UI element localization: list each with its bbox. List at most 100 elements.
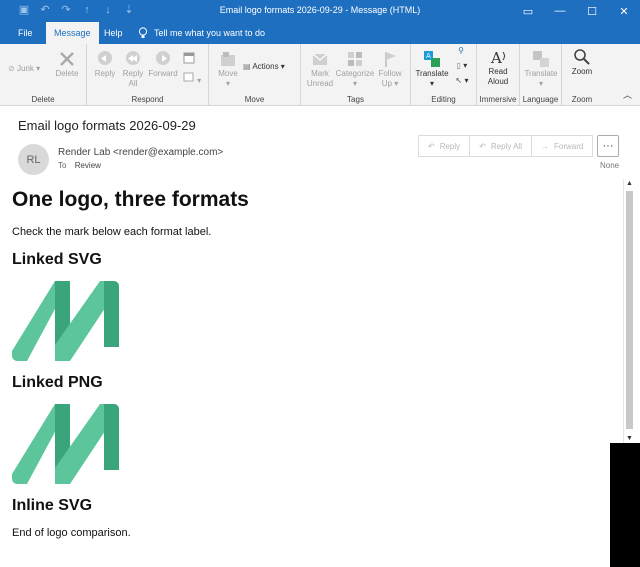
meeting-button[interactable] (181, 52, 197, 67)
tab-help[interactable]: Help (96, 22, 131, 44)
move-label: Move (218, 69, 238, 78)
follow-up-button[interactable]: Follow Up ▾ (377, 50, 403, 89)
categorize-label: Categorize (335, 69, 375, 78)
to-label: To (58, 161, 67, 170)
recipient-line: To Review (58, 161, 101, 170)
category-label: None (600, 161, 620, 170)
flag-icon (385, 52, 396, 67)
junk-button[interactable]: ⊘ Junk ▾ (8, 64, 50, 74)
reply-arrow-icon: ↶ (428, 141, 435, 151)
forward-action-button[interactable]: → Forward (532, 136, 592, 156)
reply-all-icon (126, 51, 140, 65)
actions-button[interactable]: ▤ Actions ▾ (243, 62, 299, 72)
group-language: Translate ▾ Language (520, 44, 562, 106)
group-respond: Reply Reply All Forward ▾ Respond (87, 44, 209, 106)
delete-button[interactable]: Delete (53, 50, 81, 79)
tab-message[interactable]: Message (46, 22, 99, 44)
logo-linked-svg (12, 281, 119, 361)
title-bar: ▣ ↶ ↷ ↑ ↓ ⇣ Email logo formats 2026-09-2… (0, 0, 640, 22)
read-aloud-label-1: Read (488, 67, 508, 76)
forward-action-label: Forward (553, 141, 584, 151)
translate-language-label: Translate (524, 69, 558, 78)
section-linked-svg: Linked SVG (12, 251, 102, 268)
lightbulb-icon (138, 27, 148, 38)
zoom-label: Zoom (571, 67, 593, 76)
delete-label: Delete (55, 69, 79, 78)
group-label-language: Language (522, 95, 559, 104)
tell-me-search[interactable]: Tell me what you want to do (138, 22, 265, 44)
calendar-icon (183, 52, 195, 64)
section-inline-svg: Inline SVG (12, 497, 93, 514)
reply-all-button[interactable]: Reply All (120, 50, 146, 89)
scroll-up-arrow-icon[interactable]: ▲ (624, 179, 635, 189)
mark-unread-button[interactable]: Mark Unread (306, 50, 334, 89)
find-button[interactable]: ⚲ (451, 46, 471, 56)
mark-unread-label-2: Unread (306, 79, 334, 88)
group-immersive: A Read Aloud Immersive (477, 44, 520, 106)
maximize-button[interactable]: ☐ (576, 0, 608, 22)
group-label-move: Move (244, 95, 265, 104)
message-actions: ↶ Reply ↶ Reply All → Forward (418, 135, 594, 157)
delete-icon (60, 52, 74, 66)
move-button[interactable]: Move ▾ (215, 50, 241, 89)
translate-button[interactable]: A Translate ▾ (414, 50, 450, 89)
read-aloud-icon: A (490, 49, 505, 66)
reply-all-label-2: All (128, 79, 138, 88)
read-aloud-label-2: Aloud (487, 77, 509, 86)
scrollbar-thumb[interactable] (626, 191, 633, 429)
vertical-scrollbar[interactable]: ▲ ▼ (623, 179, 634, 444)
translate-language-button[interactable]: Translate ▾ (522, 50, 560, 89)
forward-button[interactable]: Forward (148, 50, 178, 79)
translate-icon: A (424, 51, 440, 67)
group-delete: ⊘ Junk ▾ Delete Delete (0, 44, 87, 106)
select-cursor-icon: ↖ (455, 76, 463, 85)
group-tags: Mark Unread Categorize ▾ Follow Up ▾ Tag… (301, 44, 411, 106)
more-actions-button[interactable]: ··· (597, 135, 619, 157)
sender[interactable]: Render Lab <render@example.com> (58, 147, 223, 158)
reply-all-label-1: Reply (122, 69, 144, 78)
related-button[interactable]: ▯ ▾ (451, 61, 473, 71)
close-button[interactable]: ✕ (608, 0, 640, 22)
group-move: Move ▾ ▤ Actions ▾ Move (209, 44, 301, 106)
translate-language-icon (533, 51, 549, 67)
logo-linked-png (12, 404, 119, 484)
mark-unread-label-1: Mark (311, 69, 329, 78)
section-linked-png: Linked PNG (12, 374, 103, 391)
tell-me-label: Tell me what you want to do (154, 28, 266, 38)
minimize-button[interactable]: — (544, 0, 576, 22)
reply-icon (98, 51, 112, 65)
categorize-icon (348, 52, 362, 66)
related-icon: ▯ (456, 61, 462, 70)
forward-label: Forward (148, 69, 178, 78)
avatar: RL (18, 144, 49, 175)
reply-action-label: Reply (439, 141, 461, 151)
forward-icon (156, 51, 170, 65)
more-respond-icon (183, 72, 194, 82)
read-aloud-button[interactable]: A Read Aloud (481, 48, 515, 87)
reply-all-action-button[interactable]: ↶ Reply All (470, 136, 532, 156)
magnifier-icon (574, 49, 590, 65)
uncovered-region (610, 443, 640, 567)
actions-label: Actions (252, 62, 279, 71)
group-label-editing: Editing (431, 95, 456, 104)
ribbon-display-options-icon[interactable]: ▭ (512, 0, 544, 22)
group-editing: A Translate ▾ ⚲ ▯ ▾ ↖ ▾ Editing (411, 44, 477, 106)
reply-all-action-label: Reply All (490, 141, 522, 151)
window-controls: ▭ — ☐ ✕ (512, 0, 640, 22)
message-subject: Email logo formats 2026-09-29 (18, 118, 196, 133)
select-button[interactable]: ↖ ▾ (451, 76, 473, 86)
categorize-button[interactable]: Categorize ▾ (335, 50, 375, 89)
group-label-zoom: Zoom (571, 95, 593, 104)
recipient[interactable]: Review (75, 161, 101, 170)
actions-icon: ▤ (243, 62, 251, 71)
forward-arrow-icon: → (540, 141, 549, 151)
svg-text:A: A (426, 52, 431, 60)
zoom-button[interactable]: Zoom (567, 48, 597, 77)
group-label-tags: Tags (347, 95, 364, 104)
collapse-ribbon-icon[interactable]: ︿ (623, 88, 632, 101)
reply-action-button[interactable]: ↶ Reply (419, 136, 471, 156)
tab-file[interactable]: File (10, 22, 41, 44)
reply-button[interactable]: Reply (93, 50, 117, 79)
translate-label: Translate (415, 69, 449, 78)
more-respond-button[interactable]: ▾ (181, 71, 203, 86)
